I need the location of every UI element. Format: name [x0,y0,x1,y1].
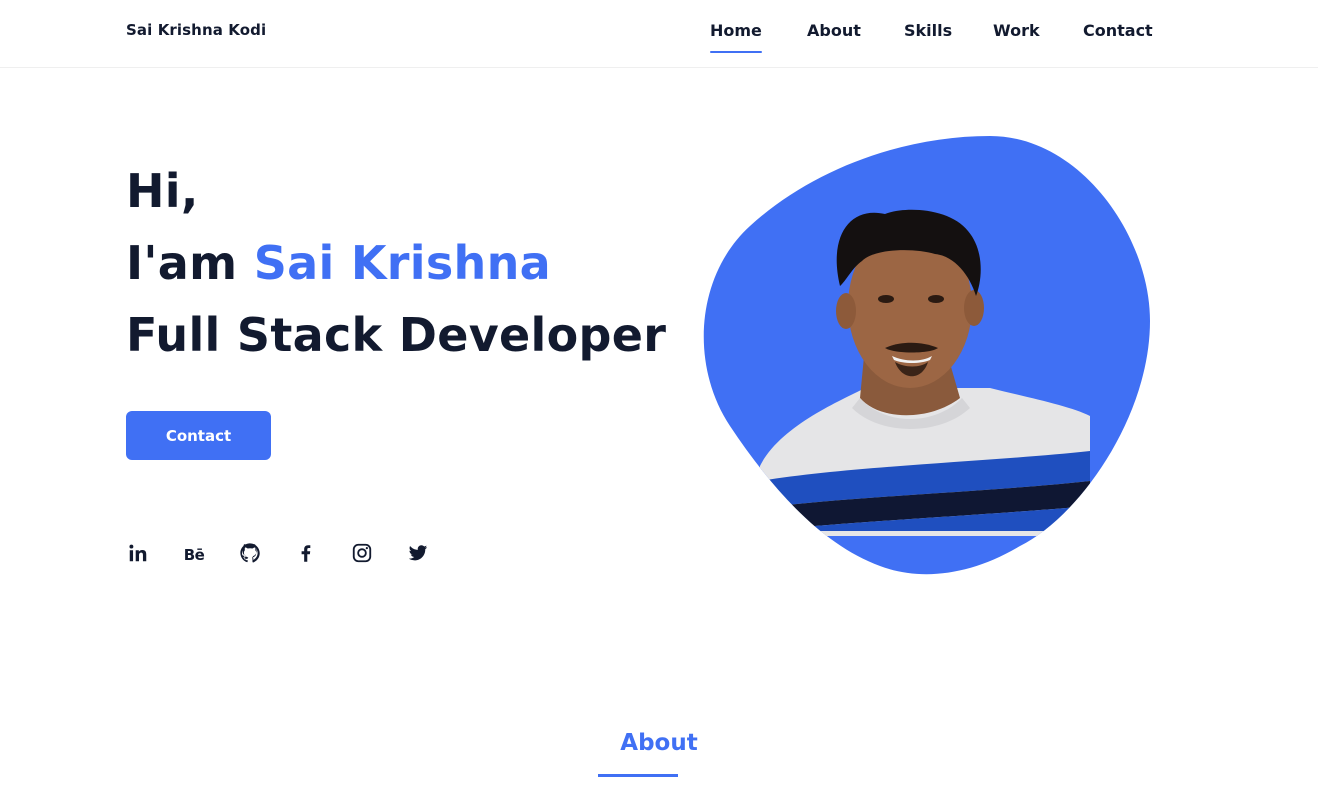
twitter-icon [407,542,429,568]
github-link[interactable] [238,543,262,567]
facebook-icon [295,542,317,568]
hero-image-blob [700,136,1150,576]
instagram-icon [351,542,373,568]
facebook-link[interactable] [294,543,318,567]
hero-greeting: Hi, [126,164,199,218]
nav-link-work[interactable]: Work [993,21,1040,40]
twitter-link[interactable] [406,543,430,567]
nav-link-home[interactable]: Home [710,21,762,53]
hero-role: Full Stack Developer [126,308,667,362]
behance-link[interactable]: Bē [182,543,206,567]
about-section-title: About [620,730,698,756]
instagram-link[interactable] [350,543,374,567]
hero-intro-prefix: I'am [126,236,254,290]
behance-icon: Bē [183,546,205,564]
hero-name: Sai Krishna [253,236,551,290]
hero-intro: I'am Sai Krishna [126,240,551,286]
contact-button[interactable]: Contact [126,411,271,460]
linkedin-icon [127,542,149,568]
nav-link-skills[interactable]: Skills [904,21,952,40]
linkedin-link[interactable] [126,543,150,567]
github-icon [239,542,261,568]
social-links: Bē [126,543,446,569]
main-nav: Home About Skills Work Contact [0,21,1318,61]
about-title-underline [598,774,678,777]
nav-link-about[interactable]: About [807,21,861,40]
nav-link-contact[interactable]: Contact [1083,21,1153,40]
site-header: Sai Krishna Kodi Home About Skills Work … [0,0,1318,68]
